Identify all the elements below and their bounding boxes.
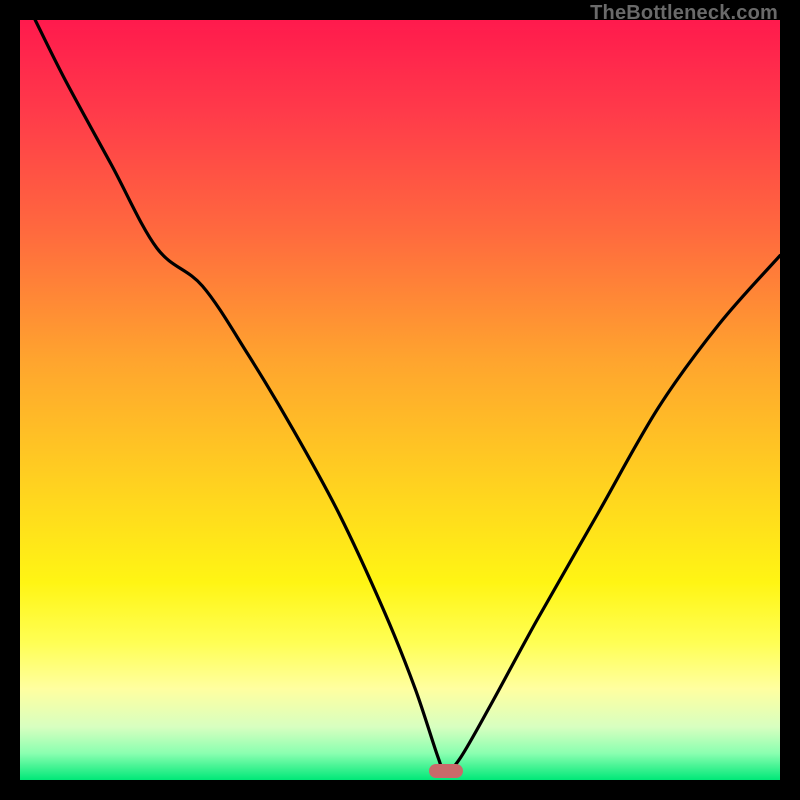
bottleneck-curve xyxy=(20,20,780,780)
plot-area xyxy=(20,20,780,780)
watermark-label: TheBottleneck.com xyxy=(590,2,778,25)
minimum-marker xyxy=(429,764,463,778)
outer-frame: TheBottleneck.com xyxy=(0,0,800,800)
